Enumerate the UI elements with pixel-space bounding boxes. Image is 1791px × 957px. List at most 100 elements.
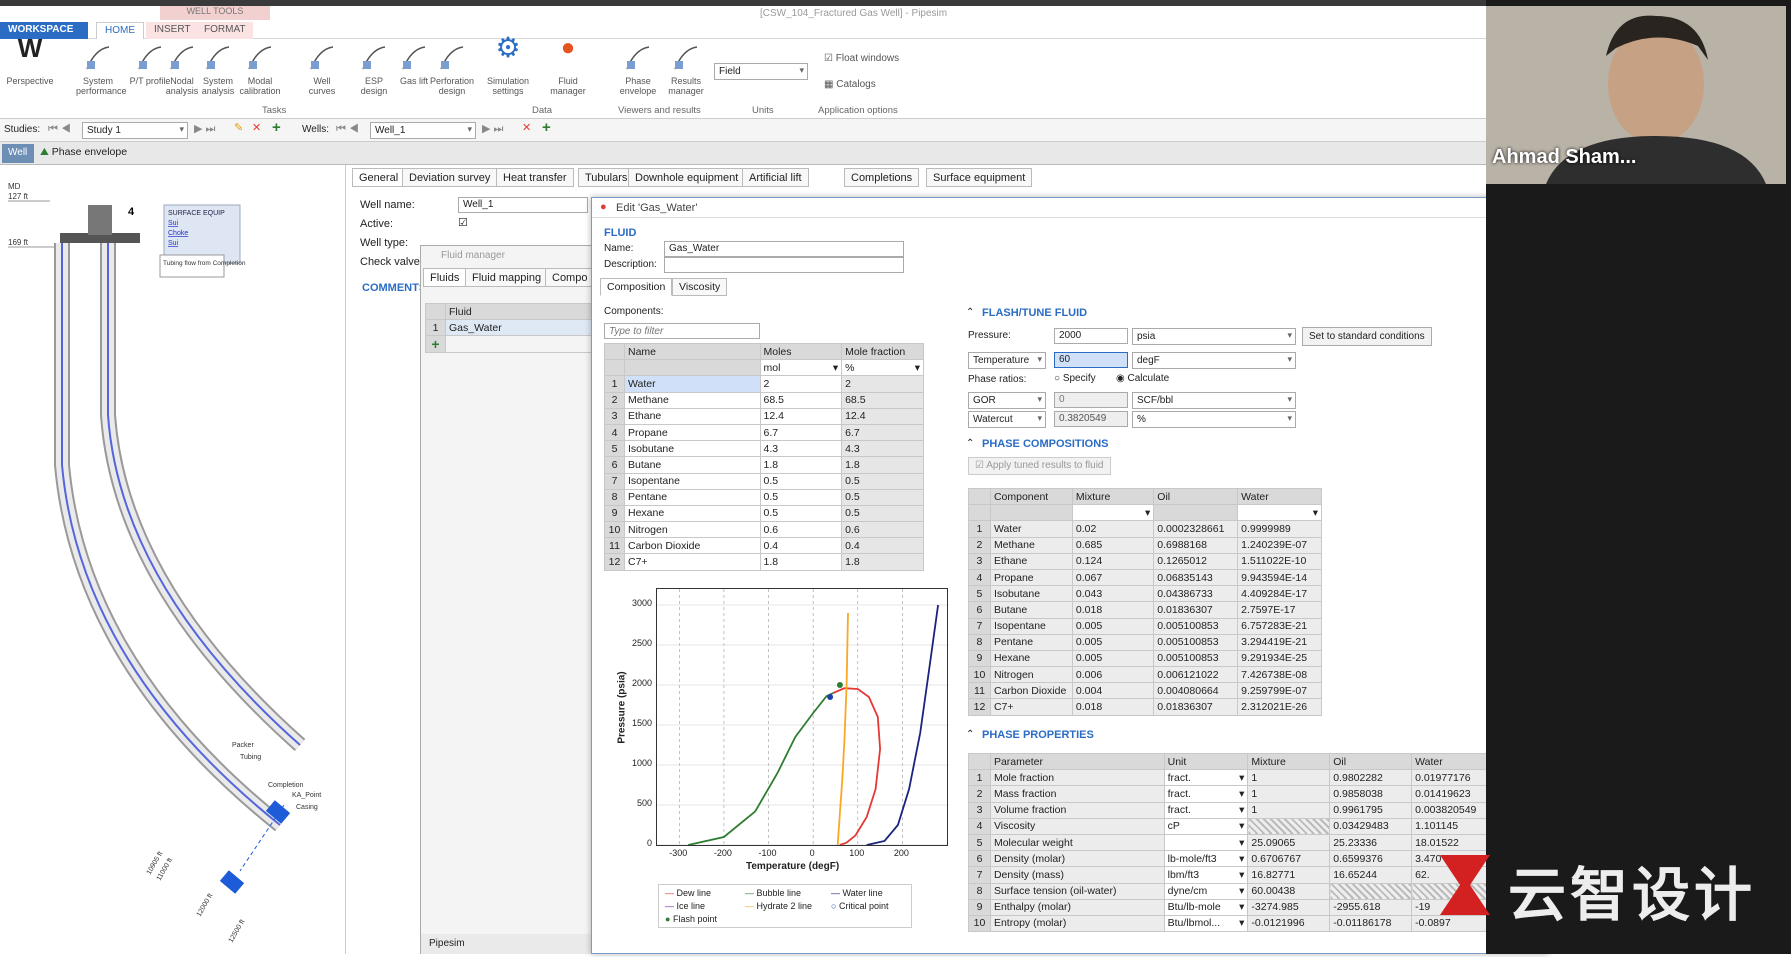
study-select[interactable]: Study 1	[82, 122, 188, 139]
well-tab-2[interactable]: Heat transfer	[496, 168, 574, 187]
tab-viscosity[interactable]: Viscosity	[672, 278, 728, 296]
mixture-unit-select[interactable]: ▾	[1071, 504, 1155, 522]
fluid-name-input[interactable]: Gas_Water	[664, 241, 904, 257]
well-name-input[interactable]: Well_1	[458, 197, 588, 213]
add-study-icon[interactable]: +	[272, 119, 281, 136]
add-fluid-icon[interactable]: +	[425, 335, 446, 354]
calculate-radio[interactable]: ◉ Calculate	[1116, 373, 1169, 384]
well-nav-icons[interactable]: ⏮ ◀	[336, 123, 359, 136]
tab-workspace[interactable]: WORKSPACE	[0, 22, 88, 40]
moles-unit-select[interactable]: mol ▾	[759, 359, 843, 377]
ribbon-btn-6[interactable]: Well curves	[300, 43, 344, 96]
pressure-unit-select[interactable]: psia	[1132, 328, 1296, 345]
table-row: 3 Ethane 0.124 0.1265012 1.511022E-10	[968, 552, 1322, 570]
pressure-input[interactable]: 2000	[1054, 328, 1128, 344]
flash-collapse-icon[interactable]: ⌃	[966, 307, 974, 318]
water-unit-select[interactable]: ▾	[1237, 504, 1322, 522]
ribbon-btn-5[interactable]: Modal calibration	[238, 43, 282, 96]
apply-tuned-results-button[interactable]: ☑ Apply tuned results to fluid	[968, 457, 1111, 475]
tab-well-doc[interactable]: Well	[2, 144, 34, 163]
tab-composition[interactable]: Composition	[600, 278, 673, 296]
watercut-select[interactable]: Watercut	[968, 411, 1046, 428]
table-row[interactable]: 1 Gas_Water	[425, 319, 593, 337]
phase-envelope-icon: ⛰	[40, 146, 49, 158]
float-windows-label: Float windows	[835, 53, 900, 64]
add-well-icon[interactable]: +	[542, 119, 551, 136]
gor-select[interactable]: GOR	[968, 392, 1046, 409]
fraction-unit-select[interactable]: % ▾	[841, 359, 924, 377]
well-tab-4[interactable]: Downhole equipment	[628, 168, 746, 187]
legend-water: — Water line	[831, 888, 883, 898]
well-tab-1[interactable]: Deviation survey	[402, 168, 498, 187]
ribbon-btn-13[interactable]: Results manager	[664, 43, 708, 96]
well-select[interactable]: Well_1	[370, 122, 476, 139]
table-row[interactable]: 11 Carbon Dioxide 0.4 0.4	[604, 537, 924, 555]
ribbon-btn-4[interactable]: System analysis	[196, 43, 240, 96]
pipesim-status-label: Pipesim	[429, 938, 465, 949]
ribbon-btn-9[interactable]: Perforation design	[430, 43, 474, 96]
float-windows-checkbox[interactable]: ☑ Float windows	[824, 53, 899, 64]
component-filter-input[interactable]	[604, 323, 760, 339]
well-tab-6[interactable]: Completions	[844, 168, 920, 187]
table-row[interactable]: 3 Ethane 12.4 12.4	[604, 407, 924, 425]
legend-flash: ● Flash point	[665, 914, 717, 924]
wellhead[interactable]	[88, 205, 112, 235]
table-row[interactable]: 4 Propane 6.7 6.7	[604, 423, 924, 442]
gor-unit-select[interactable]: SCF/bbl	[1132, 392, 1296, 409]
watercut-unit-select[interactable]: %	[1132, 411, 1296, 428]
tab-fluids[interactable]: Fluids	[423, 268, 467, 287]
table-row[interactable]: 8 Pentane 0.5 0.5	[604, 488, 924, 506]
x-axis-label: Temperature (degF)	[746, 861, 840, 872]
catalogs-button[interactable]: ▦ Catalogs	[824, 79, 876, 90]
delete-well-icon[interactable]: ✕	[522, 121, 531, 134]
well-next-icons[interactable]: ▶ ⏭	[482, 122, 503, 136]
tab-phase-envelope[interactable]: ⛰ Phase envelope	[40, 146, 127, 159]
phase-comp-collapse-icon[interactable]: ⌃	[966, 438, 974, 449]
ribbon-btn-12[interactable]: Phase envelope	[616, 43, 660, 96]
ribbon-btn-0[interactable]: W Perspective	[4, 35, 56, 86]
tab-insert[interactable]: INSERT	[146, 22, 199, 40]
tab-format[interactable]: FORMAT	[196, 22, 254, 40]
phase-properties-table: Parameter Unit Mixture Oil Water 1 Mole fract…	[968, 752, 1496, 933]
col-mole-fraction: Mole fraction	[841, 342, 924, 361]
phase-props-collapse-icon[interactable]: ⌃	[966, 729, 974, 740]
table-row[interactable]: 6 Butane 1.8 1.8	[604, 456, 924, 474]
tab-home[interactable]: HOME	[96, 22, 144, 40]
units-select[interactable]: Field	[714, 63, 808, 80]
set-standard-conditions-button[interactable]: Set to standard conditions	[1302, 327, 1432, 346]
well-tab-3[interactable]: Tubulars	[578, 168, 635, 187]
unit-dropdown-icon: ▾	[1239, 836, 1245, 849]
table-row[interactable]: 9 Hexane 0.5 0.5	[604, 504, 924, 523]
ribbon-btn-1[interactable]: System performance	[76, 43, 127, 96]
table-row[interactable]: 5 Isobutane 4.3 4.3	[604, 440, 924, 458]
pp-col-mixture: Mixture	[1247, 752, 1331, 771]
unit-dropdown-icon: ▾	[1239, 820, 1245, 833]
temperature-unit-select[interactable]: degF	[1132, 352, 1296, 369]
specify-radio[interactable]: ○ Specify	[1054, 373, 1096, 384]
perforation-2[interactable]	[219, 870, 245, 894]
table-row: 2 Methane 0.685 0.6988168 1.240239E-07	[968, 536, 1322, 554]
study-next-icons[interactable]: ▶ ⏭	[194, 122, 215, 136]
temperature-type-select[interactable]: Temperature	[968, 352, 1046, 369]
edit-pencil-icon[interactable]: ✎	[234, 121, 243, 134]
well-tab-7[interactable]: Surface equipment	[926, 168, 1033, 187]
ribbon-btn-10[interactable]: ⚙ Simulation settings	[486, 34, 530, 97]
table-row[interactable]: 2 Methane 68.5 68.5	[604, 391, 924, 409]
ribbon-btn-11[interactable]: ● Fluid manager	[546, 36, 590, 97]
table-row[interactable]: 7 Isopentane 0.5 0.5	[604, 472, 924, 490]
table-row[interactable]: 1 Water 2 2	[604, 375, 924, 393]
table-row[interactable]: 12 C7+ 1.8 1.8	[604, 553, 924, 571]
table-row[interactable]: 10 Nitrogen 0.6 0.6	[604, 521, 924, 539]
table-row: 5 Isobutane 0.043 0.04386733 4.409284E-17	[968, 585, 1322, 603]
temperature-input[interactable]: 60	[1054, 352, 1128, 368]
well-tab-0[interactable]: General	[352, 168, 406, 187]
tab-fluid-mapping[interactable]: Fluid mapping	[465, 268, 549, 287]
tab-compo[interactable]: Compo	[545, 268, 595, 287]
study-nav-icons[interactable]: ⏮ ◀	[48, 123, 71, 136]
active-checkbox[interactable]: ☑	[458, 216, 468, 229]
ribbon-btn-7[interactable]: ESP design	[352, 43, 396, 96]
fluid-description-input[interactable]	[664, 257, 904, 273]
well-tab-5[interactable]: Artificial lift	[742, 168, 809, 187]
delete-study-icon[interactable]: ✕	[252, 121, 261, 134]
x-tick-label: 100	[849, 848, 865, 858]
